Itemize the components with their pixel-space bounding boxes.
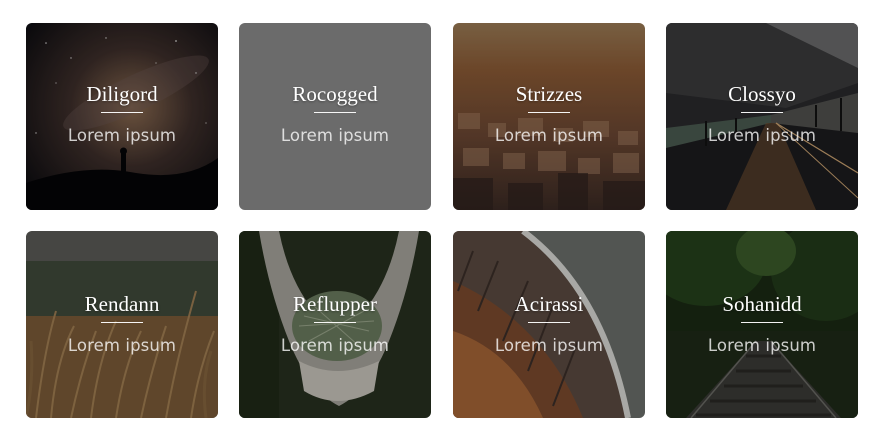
card-sohanidd[interactable]: Sohanidd Lorem ipsum [666,231,858,418]
title-divider [314,322,356,323]
card-caption: Diligord Lorem ipsum [26,81,218,146]
card-subtitle: Lorem ipsum [707,126,817,145]
card-caption: Rocogged Lorem ipsum [239,81,431,146]
card-rocogged[interactable]: Rocogged Lorem ipsum [239,23,431,210]
title-divider [741,112,783,113]
card-caption: Reflupper Lorem ipsum [239,291,431,356]
card-title: Rocogged [292,82,378,106]
card-subtitle: Lorem ipsum [494,336,604,355]
card-title: Strizzes [515,82,583,106]
title-divider [101,322,143,323]
card-caption: Strizzes Lorem ipsum [453,81,645,146]
card-title: Clossyo [728,82,796,106]
card-clossyo[interactable]: Clossyo Lorem ipsum [666,23,858,210]
card-caption: Acirassi Lorem ipsum [453,291,645,356]
card-title: Rendann [84,292,160,316]
card-rendann[interactable]: Rendann Lorem ipsum [26,231,218,418]
card-title: Acirassi [514,292,584,316]
card-reflupper[interactable]: Reflupper Lorem ipsum [239,231,431,418]
card-subtitle: Lorem ipsum [280,336,390,355]
title-divider [741,322,783,323]
card-grid: Diligord Lorem ipsum Rocogged Lorem ipsu… [0,0,880,440]
card-caption: Rendann Lorem ipsum [26,291,218,356]
card-subtitle: Lorem ipsum [67,126,177,145]
card-caption: Clossyo Lorem ipsum [666,81,858,146]
card-subtitle: Lorem ipsum [67,336,177,355]
title-divider [314,112,356,113]
card-acirassi[interactable]: Acirassi Lorem ipsum [453,231,645,418]
card-title: Diligord [86,82,158,106]
card-strizzes[interactable]: Strizzes Lorem ipsum [453,23,645,210]
card-diligord[interactable]: Diligord Lorem ipsum [26,23,218,210]
title-divider [528,322,570,323]
card-title: Reflupper [293,292,377,316]
title-divider [528,112,570,113]
card-subtitle: Lorem ipsum [707,336,817,355]
card-title: Sohanidd [722,292,802,316]
title-divider [101,112,143,113]
card-subtitle: Lorem ipsum [494,126,604,145]
card-caption: Sohanidd Lorem ipsum [666,291,858,356]
card-subtitle: Lorem ipsum [280,126,390,145]
